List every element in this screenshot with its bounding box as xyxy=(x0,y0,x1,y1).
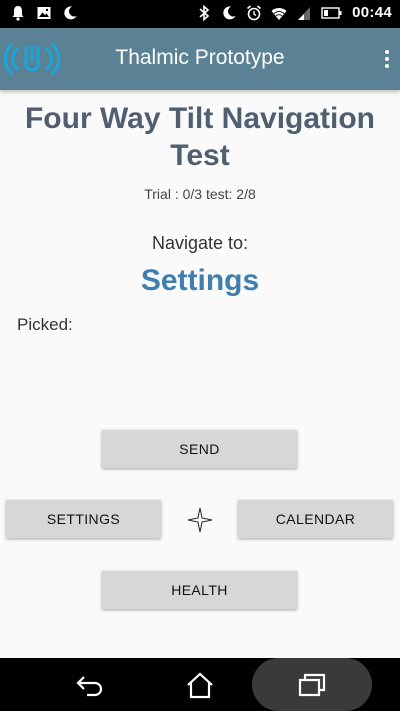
wifi-icon xyxy=(271,4,287,22)
moon-icon xyxy=(62,4,78,22)
four-point-star-crosshair-icon xyxy=(187,507,213,533)
status-bar-left xyxy=(10,4,78,22)
back-button[interactable] xyxy=(62,658,118,711)
navigate-to-label: Navigate to: xyxy=(151,233,249,253)
home-icon xyxy=(187,672,213,698)
home-button[interactable] xyxy=(172,658,228,711)
app-title: Thalmic Prototype xyxy=(115,46,285,69)
recent-apps-icon xyxy=(298,673,326,696)
back-icon xyxy=(76,675,103,696)
status-bar-right: 00:44 xyxy=(196,4,392,22)
trial-counter: Trial : 0/3 test: 2/8 xyxy=(144,186,256,202)
send-button[interactable]: SEND xyxy=(102,430,297,468)
picked-label: Picked: xyxy=(17,315,73,334)
clock-time: 00:44 xyxy=(352,4,392,21)
target-destination: Settings xyxy=(140,264,260,297)
page-title: Four Way Tilt Navigation Test xyxy=(24,102,376,172)
recent-apps-button[interactable] xyxy=(252,658,372,711)
image-icon xyxy=(36,4,52,22)
settings-button[interactable]: SETTINGS xyxy=(6,500,161,538)
notification-bell-icon xyxy=(10,4,26,22)
battery-icon xyxy=(321,4,343,22)
alarm-icon xyxy=(246,4,262,22)
bluetooth-icon xyxy=(196,4,212,22)
more-vert-icon[interactable] xyxy=(380,48,394,70)
system-nav-bar xyxy=(0,658,400,711)
calendar-button[interactable]: CALENDAR xyxy=(238,500,393,538)
health-button[interactable]: HEALTH xyxy=(102,571,297,609)
status-bar: 00:44 xyxy=(0,0,400,28)
app-bar: Thalmic Prototype xyxy=(0,28,400,90)
do-not-disturb-moon-icon xyxy=(221,4,237,22)
signal-icon xyxy=(296,4,312,22)
main-content: Four Way Tilt Navigation Test Trial : 0/… xyxy=(0,90,400,658)
